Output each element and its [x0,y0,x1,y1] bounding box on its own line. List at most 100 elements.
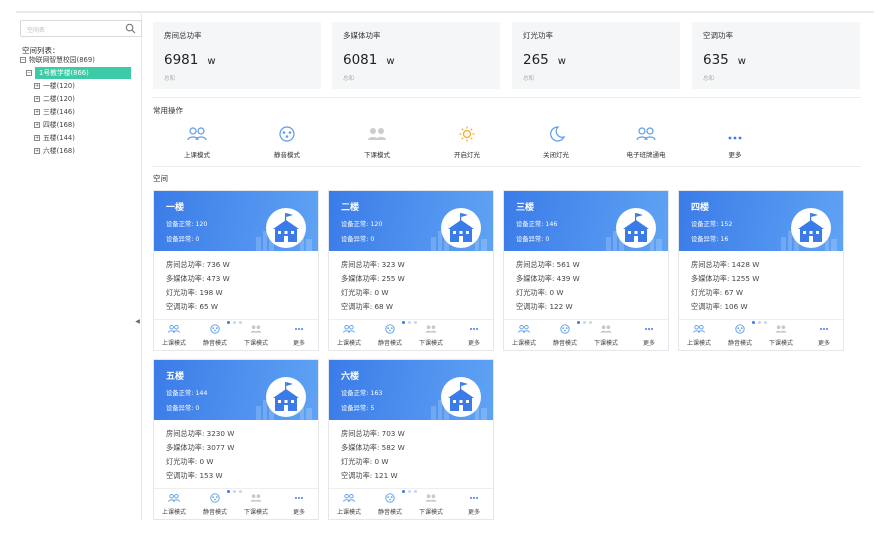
more-icon [820,328,828,330]
more-icon [295,328,303,330]
more-button[interactable]: 更多 [454,493,494,516]
pager-dots[interactable] [402,478,422,493]
more-button[interactable]: 更多 [279,324,319,347]
power-list: 房间总功率: 736 W 多媒体功率: 473 W 灯光功率: 198 W 空调功率:… [166,258,230,314]
mute-mode-button[interactable]: 静音模式 [545,324,585,347]
mute-mode-button[interactable]: 静音模式 [195,493,235,516]
op-more-button[interactable]: 更多 [700,126,770,159]
class-mode-button[interactable]: 上课模式 [154,493,194,516]
op-class-mode-button[interactable]: 上课模式 [162,126,232,159]
more-button[interactable]: 更多 [804,324,844,347]
search-icon[interactable] [125,23,136,34]
floor-card[interactable]: 一楼 设备正常: 120 设备异常: 0 房间总功率: 736 W 多媒体功率: 473… [153,190,319,351]
more-button[interactable]: 更多 [629,324,669,347]
expand-toggle-icon[interactable]: + [34,148,40,154]
media-power: 多媒体功率: 1255 W [691,274,760,283]
expand-toggle-icon[interactable]: + [34,109,40,115]
media-power: 多媒体功率: 582 W [341,443,405,452]
end-class-button[interactable]: 下课模式 [411,324,451,347]
sidebar: 空间名 空间列表： − 物联网智慧校园(869) −1号教学楼(866) + 一楼(… [14,14,142,520]
people-gray-icon [775,325,787,333]
end-class-button[interactable]: 下课模式 [586,324,626,347]
floor-card[interactable]: 四楼 设备正常: 152 设备异常: 16 房间总功率: 1428 W 多媒体功率: 1… [678,190,844,351]
divider [152,97,861,98]
end-class-button[interactable]: 下课模式 [411,493,451,516]
pager-dots[interactable] [227,309,247,324]
end-class-button[interactable]: 下课模式 [236,324,276,347]
power-list: 房间总功率: 1428 W 多媒体功率: 1255 W 灯光功率: 67 W 空调功率… [691,258,759,314]
class-mode-button[interactable]: 上课模式 [154,324,194,347]
stat-media-power: 多媒体功率 6081 w 总和 [332,22,500,89]
collapse-sidebar-button[interactable]: ◀ [133,317,142,327]
moon-icon [550,126,566,142]
tree-node-floor[interactable]: + 四楼(168) [20,119,142,132]
people-icon [168,493,180,502]
class-mode-button[interactable]: 上课模式 [679,324,719,347]
stat-value: 6981 [164,52,199,68]
floor-card-actions: 上课模式 静音模式 下课模式 更多 [504,319,668,350]
search-input[interactable]: 空间名 [20,20,142,37]
expand-toggle-icon[interactable]: + [34,96,40,102]
more-icon [728,136,742,140]
device-normal: 设备正常: 146 [516,221,558,228]
pager-dots[interactable] [402,309,422,324]
people-gray-icon [250,494,262,502]
mute-icon [210,493,220,503]
op-lights-on-button[interactable]: 开启灯光 [432,126,502,159]
stat-unit: w [386,56,395,67]
tree-node-root[interactable]: − 物联网智慧校园(869) [20,54,142,67]
op-lights-off-button[interactable]: 关闭灯光 [521,126,591,159]
op-eboard-power-button[interactable]: 电子班牌通电 [611,126,681,159]
people-icon [693,324,705,333]
school-building-icon [266,208,306,248]
device-abnormal: 设备异常: 5 [341,405,375,412]
divider [152,166,861,167]
floor-card-header: 二楼 设备正常: 120 设备异常: 0 [329,191,493,251]
mute-mode-button[interactable]: 静音模式 [720,324,760,347]
tree-node-building[interactable]: −1号教学楼(866) [20,67,142,80]
more-button[interactable]: 更多 [279,493,319,516]
floor-card[interactable]: 五楼 设备正常: 144 设备异常: 0 房间总功率: 3230 W 多媒体功率: 30… [153,359,319,520]
light-power: 灯光功率: 0 W [516,288,564,297]
pager-dots[interactable] [577,309,597,324]
end-class-button[interactable]: 下课模式 [236,493,276,516]
common-ops-title: 常用操作 [153,106,183,115]
mute-mode-button[interactable]: 静音模式 [370,493,410,516]
school-building-icon [616,208,656,248]
collapse-toggle-icon[interactable]: − [26,70,32,76]
floor-card-actions: 上课模式 静音模式 下课模式 更多 [329,319,493,350]
pager-dots[interactable] [227,478,247,493]
tree-node-floor[interactable]: + 二楼(120) [20,93,142,106]
floor-card[interactable]: 二楼 设备正常: 120 设备异常: 0 房间总功率: 323 W 多媒体功率: 255… [328,190,494,351]
class-mode-button[interactable]: 上课模式 [329,493,369,516]
device-abnormal: 设备异常: 0 [341,236,375,243]
expand-toggle-icon[interactable]: + [34,83,40,89]
expand-toggle-icon[interactable]: + [34,122,40,128]
floor-card[interactable]: 六楼 设备正常: 163 设备异常: 5 房间总功率: 703 W 多媒体功率: 582… [328,359,494,520]
floor-card[interactable]: 三楼 设备正常: 146 设备异常: 0 房间总功率: 561 W 多媒体功率: 439… [503,190,669,351]
pager-dots[interactable] [752,309,772,324]
end-class-button[interactable]: 下课模式 [761,324,801,347]
ac-power: 空调功率: 122 W [516,302,573,311]
class-mode-button[interactable]: 上课模式 [504,324,544,347]
media-power: 多媒体功率: 473 W [166,274,230,283]
class-mode-button[interactable]: 上课模式 [329,324,369,347]
expand-toggle-icon[interactable]: + [34,135,40,141]
collapse-toggle-icon[interactable]: − [20,57,26,63]
mute-icon [560,324,570,334]
floor-card-actions: 上课模式 静音模式 下课模式 更多 [329,488,493,519]
tree-node-floor[interactable]: + 三楼(146) [20,106,142,119]
tree-node-floor[interactable]: + 五楼(144) [20,132,142,145]
floor-card-header: 四楼 设备正常: 152 设备异常: 16 [679,191,843,251]
light-power: 灯光功率: 198 W [166,288,223,297]
tree-node-floor[interactable]: + 一楼(120) [20,80,142,93]
floor-card-header: 一楼 设备正常: 120 设备异常: 0 [154,191,318,251]
people-icon [518,324,530,333]
op-mute-mode-button[interactable]: 静音模式 [252,126,322,159]
mute-mode-button[interactable]: 静音模式 [195,324,235,347]
more-button[interactable]: 更多 [454,324,494,347]
mute-mode-button[interactable]: 静音模式 [370,324,410,347]
tree-node-floor[interactable]: + 六楼(168) [20,145,142,158]
op-end-class-button[interactable]: 下课模式 [342,126,412,159]
device-abnormal: 设备异常: 0 [516,236,550,243]
